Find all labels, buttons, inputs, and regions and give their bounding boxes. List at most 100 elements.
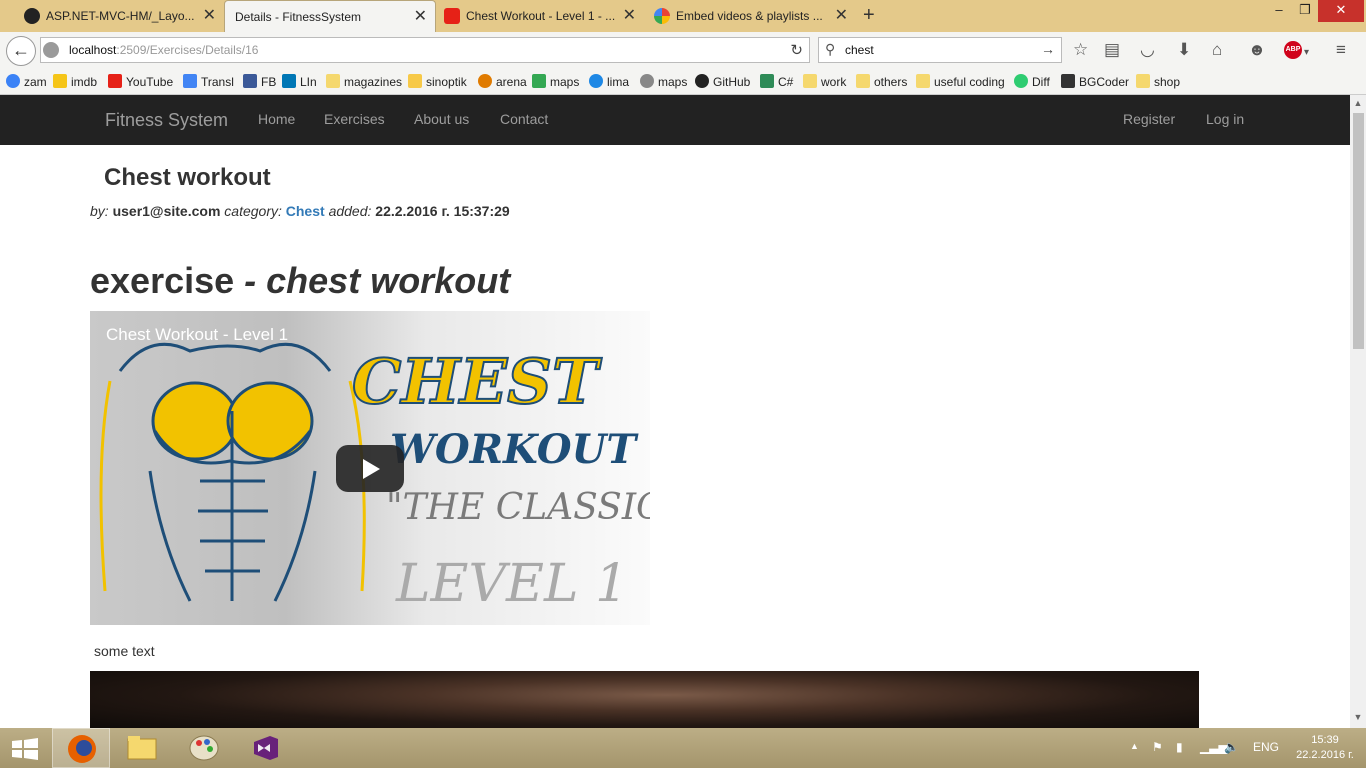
scrollbar-thumb[interactable]	[1353, 113, 1364, 349]
search-go-icon[interactable]: →	[1041, 41, 1055, 57]
chevron-down-icon[interactable]: ▾	[1304, 43, 1309, 63]
scroll-down-icon[interactable]: ▼	[1352, 712, 1364, 726]
taskbar-firefox[interactable]	[52, 728, 110, 768]
imdb-icon	[53, 74, 67, 88]
search-bar[interactable]: ⚲ →	[818, 37, 1062, 63]
tab-label: ASP.NET-MVC-HM/_Layo...	[46, 9, 195, 23]
adblock-icon[interactable]: ABP	[1284, 41, 1302, 59]
bookmark-youtube[interactable]: YouTube	[108, 73, 173, 91]
bookmark-fb[interactable]: FB	[243, 73, 276, 91]
search-icon: ⚲	[825, 41, 836, 57]
url-text[interactable]: localhost:2509/Exercises/Details/16	[69, 43, 258, 57]
bookmark-imdb[interactable]: imdb	[53, 73, 97, 91]
menu-icon[interactable]: ≡	[1336, 40, 1346, 60]
downloads-icon[interactable]: ⬇	[1177, 40, 1191, 60]
youtube-icon	[444, 8, 460, 24]
taskbar-visual-studio[interactable]	[237, 728, 295, 768]
taskbar-paint[interactable]	[175, 728, 233, 768]
new-tab-button[interactable]: +	[863, 4, 875, 27]
page-scrollbar[interactable]: ▲ ▼	[1350, 95, 1366, 728]
bookmark-useful-coding[interactable]: useful coding	[916, 73, 1005, 91]
maximize-button[interactable]: ❐	[1292, 0, 1318, 22]
video-title[interactable]: Chest Workout - Level 1	[106, 325, 288, 345]
nav-about-us[interactable]: About us	[414, 111, 469, 127]
pocket-icon[interactable]: ◡	[1140, 40, 1155, 60]
action-center-flag-icon[interactable]: ⚑	[1152, 740, 1163, 754]
bookmark-work[interactable]: work	[803, 73, 846, 91]
folder-icon	[127, 736, 157, 760]
torso-drawing	[99, 342, 366, 602]
nav-home[interactable]: Home	[258, 111, 295, 127]
tab-label: Chest Workout - Level 1 - ...	[466, 9, 616, 23]
taskbar-file-explorer[interactable]	[113, 728, 171, 768]
art-line-2: WORKOUT	[390, 426, 639, 473]
weather-icon	[408, 74, 422, 88]
bookmark-github[interactable]: GitHub	[695, 73, 750, 91]
scroll-up-icon[interactable]: ▲	[1352, 98, 1364, 112]
url-path: :2509/Exercises/Details/16	[116, 43, 259, 57]
tab-youtube-chest[interactable]: Chest Workout - Level 1 - ... ✕	[436, 0, 644, 32]
exercise-heading: exercise - chest workout	[90, 260, 510, 302]
start-button[interactable]	[0, 728, 50, 768]
input-language[interactable]: ENG	[1253, 740, 1279, 754]
close-tab-icon[interactable]: ✕	[835, 0, 848, 32]
close-tab-icon[interactable]: ✕	[203, 0, 216, 32]
nav-register[interactable]: Register	[1123, 111, 1175, 127]
bookmark-transl[interactable]: Transl	[183, 73, 234, 91]
tab-github-layout[interactable]: ASP.NET-MVC-HM/_Layo... ✕	[0, 0, 224, 32]
back-button[interactable]: ←	[6, 36, 36, 66]
close-tab-icon[interactable]: ✕	[623, 0, 636, 32]
play-button[interactable]	[336, 445, 404, 492]
tab-google-embed[interactable]: Embed videos & playlists ... ✕	[646, 0, 856, 32]
lima-icon	[589, 74, 603, 88]
nav-log-in[interactable]: Log in	[1206, 111, 1244, 127]
nav-exercises[interactable]: Exercises	[324, 111, 385, 127]
art-line-4: LEVEL 1	[395, 554, 628, 614]
minimize-button[interactable]: –	[1266, 0, 1292, 22]
globe-icon	[6, 74, 20, 88]
bookmark-arena[interactable]: arena	[478, 73, 527, 91]
bookmark-lin[interactable]: LIn	[282, 73, 317, 91]
volume-icon[interactable]: 🔈	[1224, 740, 1239, 754]
bookmark-maps[interactable]: maps	[532, 73, 579, 91]
bookmark-shop[interactable]: shop	[1136, 73, 1180, 91]
bookmark-sinoptik[interactable]: sinoptik	[408, 73, 467, 91]
bookmark-maps-2[interactable]: maps	[640, 73, 687, 91]
site-brand-link[interactable]: Fitness System	[105, 110, 228, 131]
bookmark-others[interactable]: others	[856, 73, 907, 91]
close-window-button[interactable]: ✕	[1318, 0, 1364, 22]
bookmark-magazines[interactable]: magazines	[326, 73, 402, 91]
battery-icon[interactable]: ▮	[1176, 740, 1183, 754]
bookmark-bgcoder[interactable]: BGCoder	[1061, 73, 1129, 91]
bgcoder-icon	[1061, 74, 1075, 88]
taskbar-clock[interactable]: 15:39 22.2.2016 г.	[1296, 733, 1354, 763]
exercise-meta: by: user1@site.com category: Chest added…	[90, 203, 510, 219]
art-line-3: "THE CLASSIC"	[386, 487, 650, 528]
chat-icon[interactable]: ☻	[1248, 40, 1266, 60]
close-tab-icon[interactable]: ✕	[414, 1, 427, 32]
bookmarks-menu-icon[interactable]: ▤	[1104, 40, 1120, 60]
home-icon[interactable]: ⌂	[1212, 40, 1222, 60]
search-input[interactable]	[845, 41, 1025, 59]
windows-taskbar: ▲ ⚑ ▮ ▁▃▅ 🔈 ENG 15:39 22.2.2016 г.	[0, 728, 1366, 768]
tab-details-fitness[interactable]: Details - FitnessSystem ✕	[224, 0, 436, 32]
show-hidden-icons-icon[interactable]: ▲	[1130, 741, 1139, 751]
address-bar[interactable]: localhost:2509/Exercises/Details/16 ↻	[40, 37, 810, 63]
site-info-icon[interactable]	[43, 42, 59, 58]
bookmark-diff[interactable]: Diff	[1014, 73, 1050, 91]
reload-icon[interactable]: ↻	[790, 41, 803, 59]
bookmark-csharp[interactable]: C#	[760, 73, 793, 91]
maps-icon	[640, 74, 654, 88]
bookmark-lima[interactable]: lima	[589, 73, 629, 91]
nav-contact[interactable]: Contact	[500, 111, 548, 127]
meta-category-link[interactable]: Chest	[286, 203, 325, 219]
bookmark-star-icon[interactable]: ☆	[1073, 40, 1088, 60]
site-navbar: Fitness System Home Exercises About us C…	[0, 95, 1350, 145]
youtube-icon	[108, 74, 122, 88]
github-icon	[695, 74, 709, 88]
meta-author: user1@site.com	[112, 203, 221, 219]
bookmark-zam[interactable]: zam	[6, 73, 47, 91]
embedded-video[interactable]: CHEST WORKOUT "THE CLASSIC" LEVEL 1 Ches…	[90, 311, 650, 625]
facebook-icon	[243, 74, 257, 88]
browser-tab-strip: ASP.NET-MVC-HM/_Layo... ✕ Details - Fitn…	[0, 0, 1366, 32]
